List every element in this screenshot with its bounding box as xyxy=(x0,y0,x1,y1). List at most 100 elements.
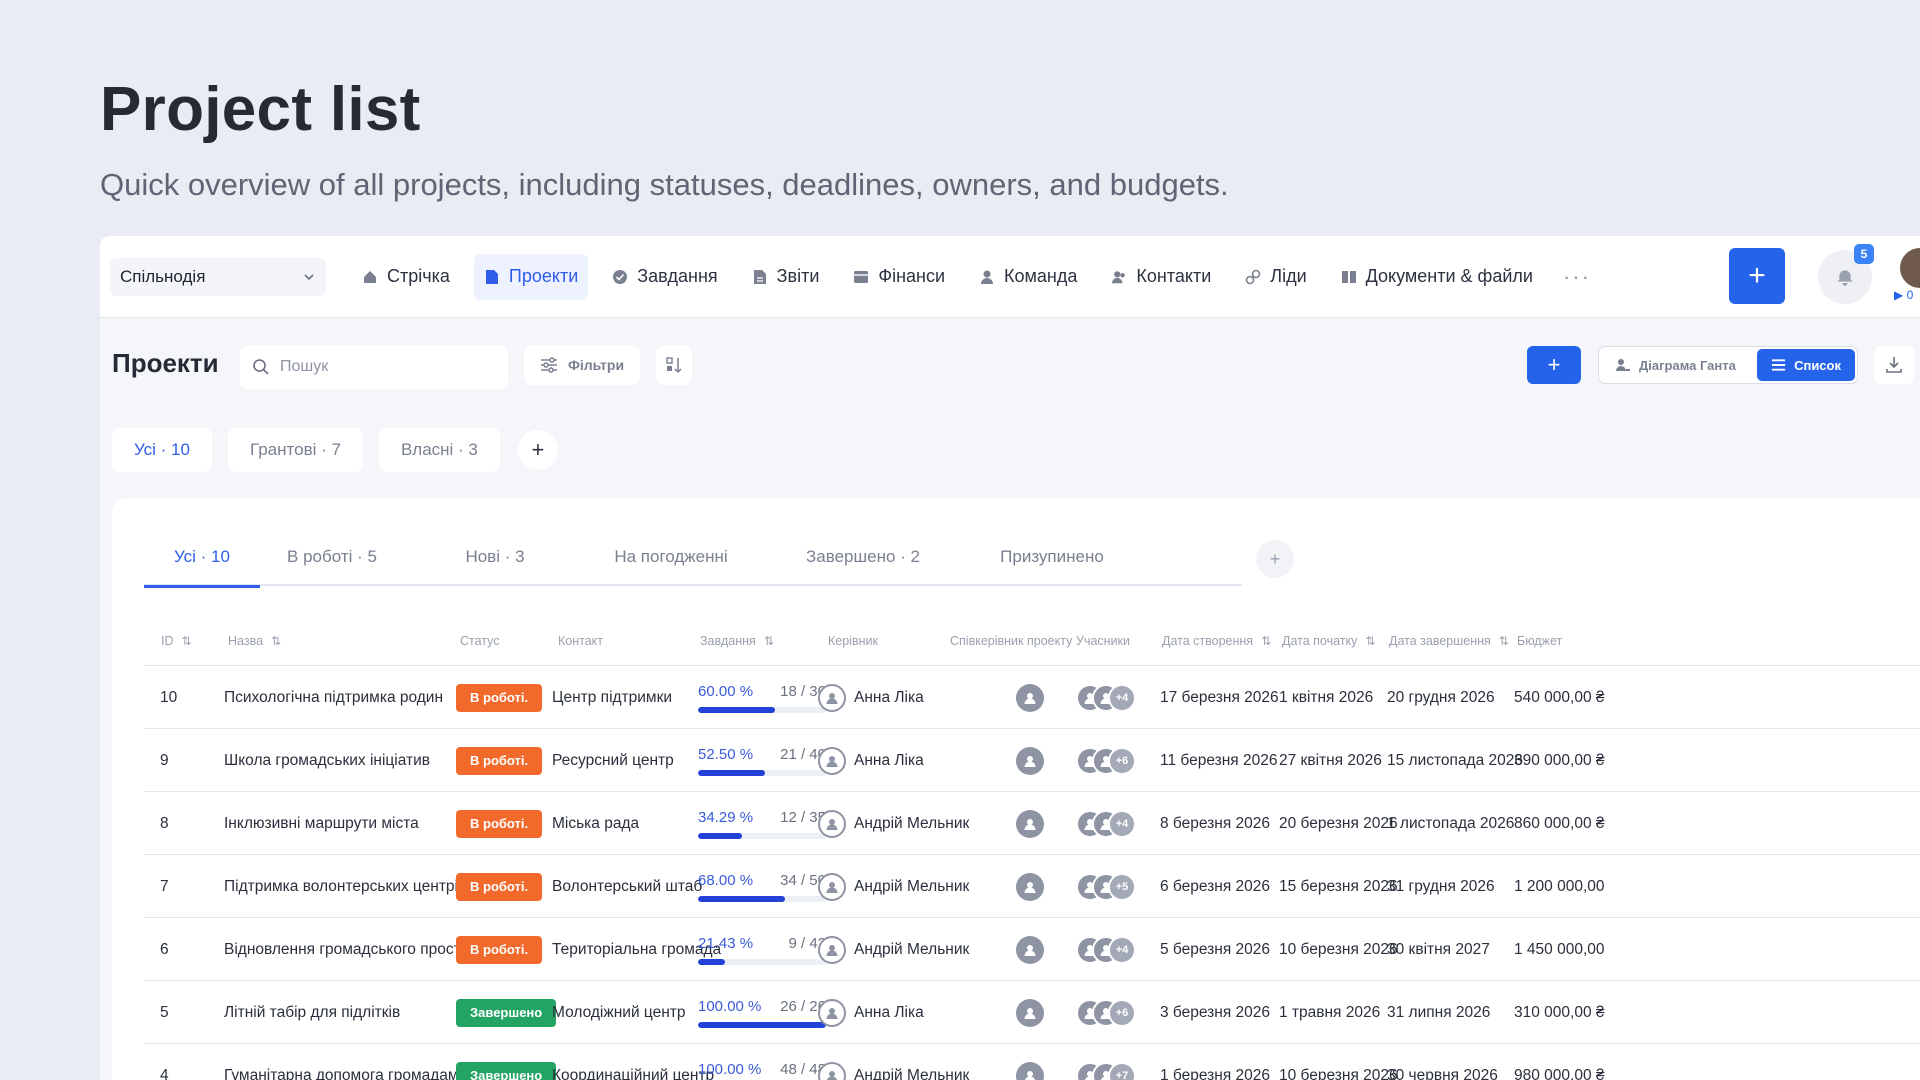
avatar[interactable] xyxy=(1016,998,1044,1027)
row-id: 7 xyxy=(160,877,169,895)
download-button[interactable] xyxy=(1874,346,1914,384)
status-tab-4[interactable]: Завершено · 2 xyxy=(778,528,948,586)
workspace-select[interactable]: Спільнодія xyxy=(110,257,326,296)
row-budget: 860 000,00 ₴ xyxy=(1514,814,1605,832)
members-more-count: +4 xyxy=(1108,809,1136,838)
nav-item-label: Завдання xyxy=(637,266,718,286)
avatar[interactable] xyxy=(1016,683,1044,712)
row-id: 8 xyxy=(160,814,169,832)
search-input[interactable] xyxy=(280,358,500,376)
col-start[interactable]: Дата початку ⇅ xyxy=(1282,634,1375,648)
table-row[interactable]: 4 Гуманітарна допомога громадам Завершено К… xyxy=(144,1044,1920,1080)
nav-item-2[interactable]: Завдання xyxy=(602,254,727,300)
col-end[interactable]: Дата завершення ⇅ xyxy=(1389,634,1509,648)
row-name[interactable]: Школа громадських ініціатив xyxy=(224,729,430,792)
nav-item-6[interactable]: Контакти xyxy=(1101,254,1221,300)
table-row[interactable]: 10 Психологічна підтримка родин В роботі. Ц… xyxy=(144,666,1920,729)
avatar xyxy=(818,935,846,964)
nav-item-1[interactable]: Проекти xyxy=(473,253,589,300)
table-row[interactable]: 8 Інклюзивні маршрути міста В роботі. Міськ… xyxy=(144,792,1920,855)
more-icon[interactable]: ··· xyxy=(1563,264,1591,290)
status-tab-5[interactable]: Призупинено xyxy=(970,528,1134,586)
nav-item-8[interactable]: Документи & файли xyxy=(1331,254,1543,300)
members-stack[interactable]: +4 xyxy=(1076,935,1136,964)
table-row[interactable]: 6 Відновлення громадського простору В робо… xyxy=(144,918,1920,981)
row-name[interactable]: Відновлення громадського простору xyxy=(224,918,485,981)
progress-percent: 68.00 % xyxy=(698,871,754,889)
search-box[interactable] xyxy=(240,345,508,389)
row-name[interactable]: Підтримка волонтерських центрів xyxy=(224,855,466,918)
nav-item-0[interactable]: Стрічка xyxy=(352,254,460,300)
avatar[interactable] xyxy=(1016,872,1044,901)
members-stack[interactable]: +6 xyxy=(1076,998,1136,1027)
members-stack[interactable]: +6 xyxy=(1076,746,1136,775)
col-name[interactable]: Назва ⇅ xyxy=(228,634,281,648)
avatar xyxy=(818,998,846,1027)
group-pill-0[interactable]: Усі · 10 xyxy=(112,428,212,472)
task-progress: 100.00 % 48 / 48 xyxy=(698,1061,826,1080)
col-id[interactable]: ID ⇅ xyxy=(161,634,192,648)
nav-item-4[interactable]: Фінанси xyxy=(843,254,955,300)
group-pill-1[interactable]: Грантові · 7 xyxy=(227,428,363,472)
table-row[interactable]: 5 Літній табір для підлітків Завершено Моло… xyxy=(144,981,1920,1044)
row-name[interactable]: Літній табір для підлітків xyxy=(224,981,400,1044)
notifications-button[interactable]: 5 xyxy=(1818,244,1874,304)
task-progress: 68.00 % 34 / 50 xyxy=(698,872,826,902)
top-navigation: Спільнодія Стрічка Проекти Завдання Звіти Фі… xyxy=(100,236,1920,318)
status-tab-1[interactable]: В роботі · 5 xyxy=(260,528,404,586)
status-tab-3[interactable]: На погодженні xyxy=(586,528,756,586)
nav-item-label: Контакти xyxy=(1136,266,1212,286)
filters-button[interactable]: Фільтри xyxy=(524,345,640,385)
sort-button[interactable] xyxy=(656,345,692,385)
manager-name: Андрій Мельник xyxy=(854,814,970,832)
avatar[interactable] xyxy=(1016,809,1044,838)
row-end: 30 квітня 2027 xyxy=(1387,940,1490,958)
status-badge: В роботі. xyxy=(456,683,543,712)
add-project-button[interactable]: + xyxy=(1527,346,1581,384)
manager-name: Андрій Мельник xyxy=(854,1066,970,1080)
col-tasks[interactable]: Завдання ⇅ xyxy=(700,634,774,648)
row-name[interactable]: Інклюзивні маршрути міста xyxy=(224,792,419,855)
progress-fill xyxy=(698,706,775,713)
row-name[interactable]: Психологічна підтримка родин xyxy=(224,666,443,729)
status-badge: В роботі. xyxy=(456,872,543,901)
row-budget: 1 450 000,00 xyxy=(1514,940,1605,958)
row-budget: 390 000,00 ₴ xyxy=(1514,751,1605,769)
members-stack[interactable]: +7 xyxy=(1076,1061,1136,1080)
row-start: 10 березня 2026 xyxy=(1279,1066,1398,1080)
create-button[interactable]: + xyxy=(1729,248,1785,304)
task-progress: 52.50 % 21 / 40 xyxy=(698,746,826,776)
col-created[interactable]: Дата створення ⇅ xyxy=(1162,634,1271,648)
status-tab-0[interactable]: Усі · 10 xyxy=(144,528,260,588)
avatar[interactable] xyxy=(1016,1061,1044,1080)
list-view-button[interactable]: Список xyxy=(1757,349,1855,381)
row-co-manager-cell xyxy=(1016,792,1044,855)
row-status-cell: В роботі. xyxy=(456,918,543,981)
row-budget: 980 000,00 ₴ xyxy=(1514,1066,1605,1080)
add-group-button[interactable]: + xyxy=(517,430,558,470)
avatar[interactable] xyxy=(1016,746,1044,775)
members-stack[interactable]: +4 xyxy=(1076,683,1136,712)
gantt-view-button[interactable]: Діаграма Ганта xyxy=(1601,349,1757,381)
row-budget: 1 200 000,00 xyxy=(1514,877,1605,895)
members-stack[interactable]: +5 xyxy=(1076,872,1136,901)
table-row[interactable]: 7 Підтримка волонтерських центрів В роботі… xyxy=(144,855,1920,918)
view-toggle: Діаграма Ганта Список xyxy=(1598,346,1858,384)
row-end: 31 липня 2026 xyxy=(1387,1003,1491,1021)
nav-item-3[interactable]: Звіти xyxy=(742,254,830,300)
members-stack[interactable]: +4 xyxy=(1076,809,1136,838)
col-members-label: Учасники xyxy=(1076,634,1130,648)
chevron-down-icon xyxy=(304,273,314,280)
user-avatar[interactable] xyxy=(1900,248,1920,288)
group-pill-2[interactable]: Власні · 3 xyxy=(378,428,500,472)
avatar[interactable] xyxy=(1016,935,1044,964)
add-status-tab-button[interactable]: + xyxy=(1256,540,1294,578)
nav-item-7[interactable]: Ліди xyxy=(1235,254,1316,300)
task-progress: 100.00 % 26 / 26 xyxy=(698,998,826,1028)
progress-fill xyxy=(698,832,742,839)
table-row[interactable]: 9 Школа громадських ініціатив В роботі. Рес… xyxy=(144,729,1920,792)
status-tab-2[interactable]: Нові · 3 xyxy=(426,528,564,586)
progress-fill xyxy=(698,1021,826,1028)
nav-item-5[interactable]: Команда xyxy=(969,254,1087,300)
row-name[interactable]: Гуманітарна допомога громадам xyxy=(224,1044,459,1080)
